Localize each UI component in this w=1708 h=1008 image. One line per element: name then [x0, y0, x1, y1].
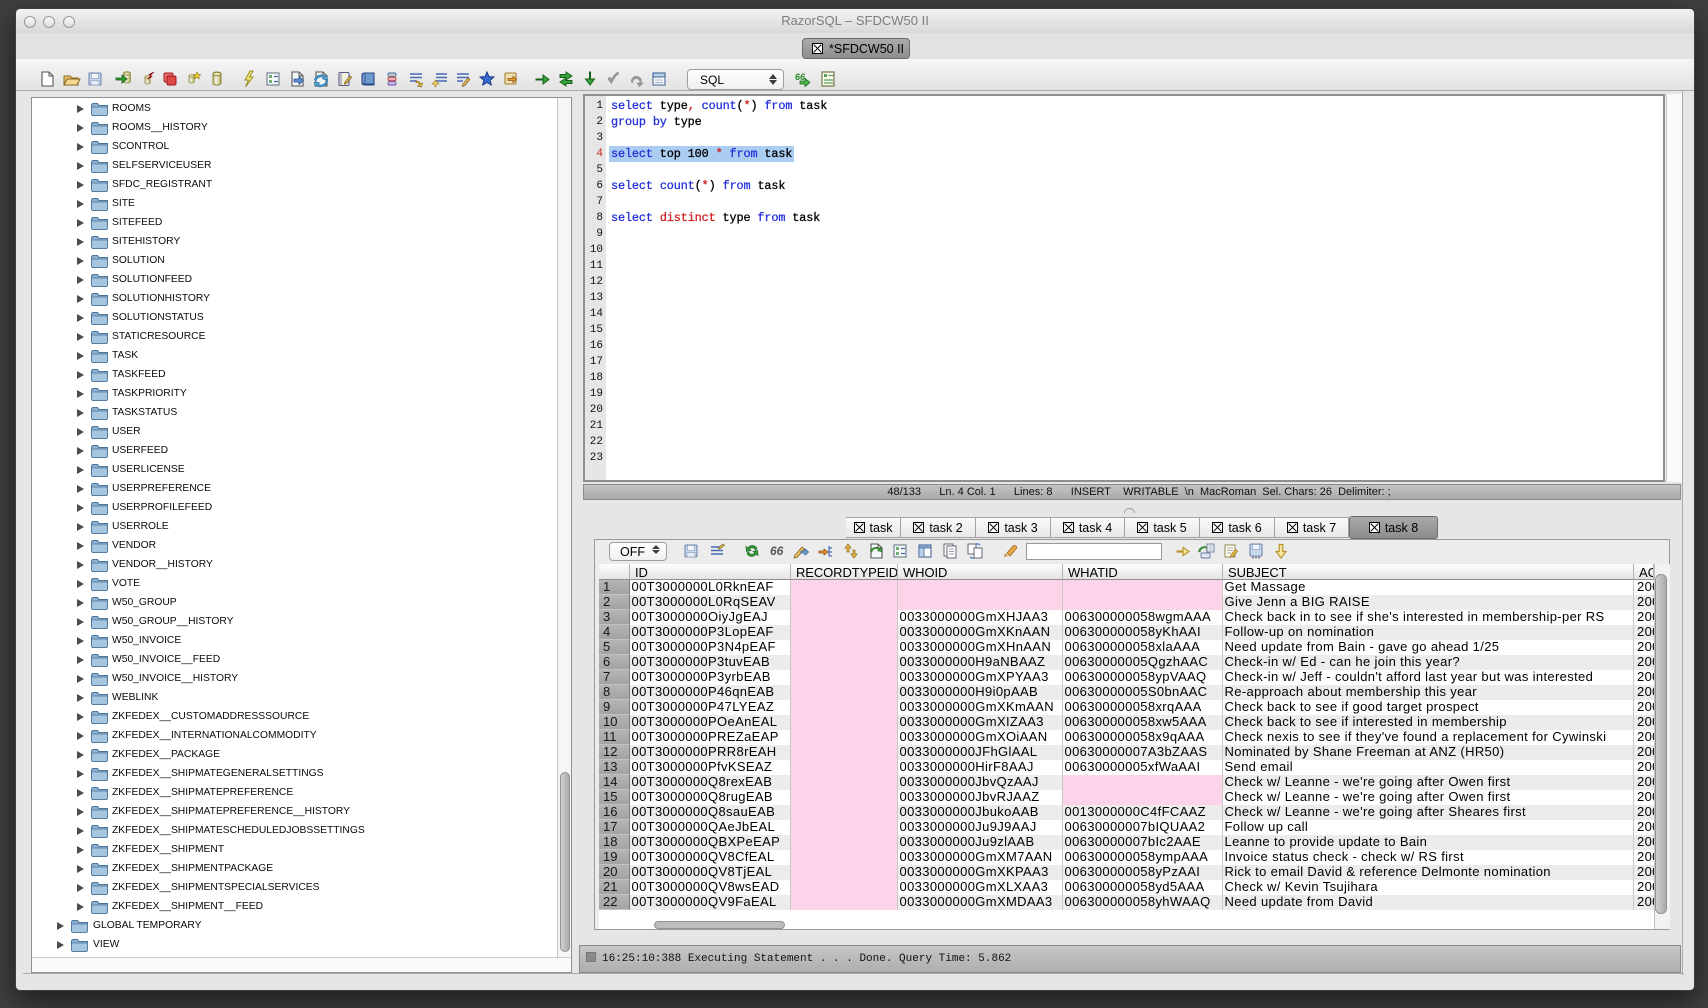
- svg-text:66: 66: [795, 72, 806, 82]
- svg-text:66: 66: [770, 544, 784, 558]
